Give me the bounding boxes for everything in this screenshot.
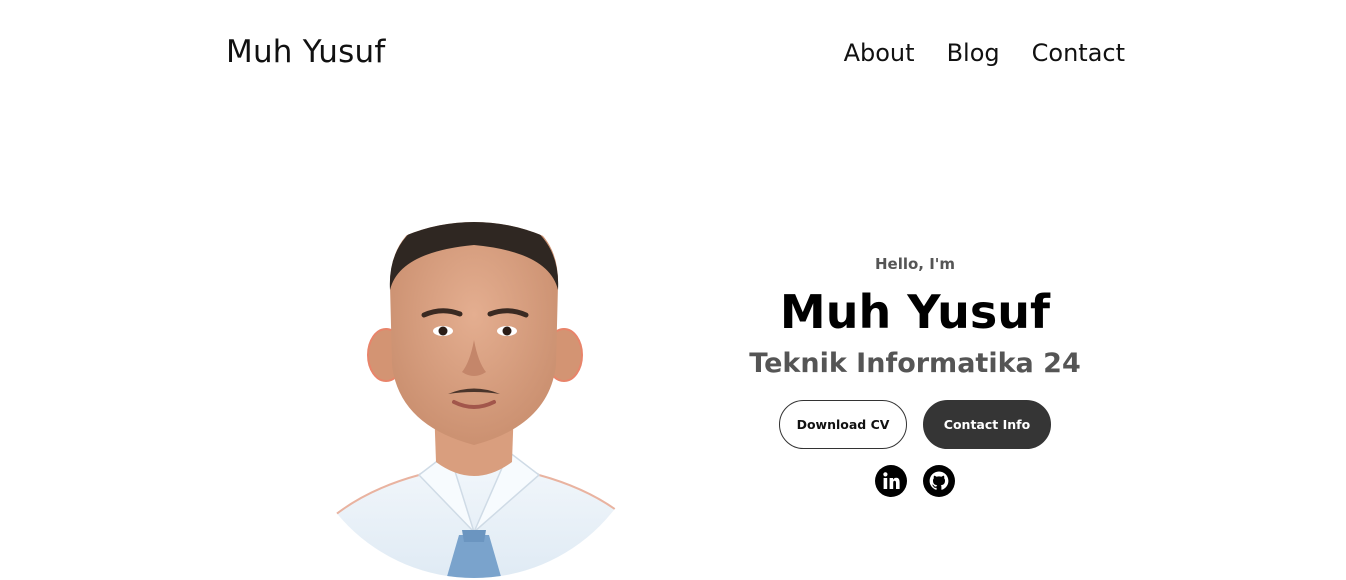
hero-greeting: Hello, I'm bbox=[874, 255, 956, 273]
profile-picture bbox=[324, 190, 634, 580]
nav-link-about[interactable]: About bbox=[844, 39, 915, 67]
hero-buttons: Download CV Contact Info bbox=[700, 400, 1130, 449]
download-cv-button[interactable]: Download CV bbox=[779, 400, 907, 449]
social-links bbox=[700, 465, 1130, 497]
hero-text: Hello, I'm Muh Yusuf Teknik Informatika … bbox=[700, 250, 1130, 497]
site-logo[interactable]: Muh Yusuf bbox=[226, 30, 385, 74]
nav-item-about: About bbox=[844, 34, 915, 72]
contact-info-button[interactable]: Contact Info bbox=[923, 400, 1051, 449]
nav-link-contact[interactable]: Contact bbox=[1032, 39, 1125, 67]
nav-item-blog: Blog bbox=[947, 34, 1000, 72]
profile-photo bbox=[324, 222, 634, 578]
hero-subtitle: Teknik Informatika 24 bbox=[749, 348, 1081, 379]
github-icon[interactable] bbox=[923, 465, 955, 497]
hero-name: Muh Yusuf bbox=[779, 285, 1051, 339]
nav-item-contact: Contact bbox=[1032, 34, 1125, 72]
nav-link-blog[interactable]: Blog bbox=[947, 39, 1000, 67]
linkedin-icon[interactable] bbox=[875, 465, 907, 497]
nav-links: About Blog Contact bbox=[844, 34, 1125, 72]
top-nav: Muh Yusuf About Blog Contact bbox=[0, 0, 1346, 105]
